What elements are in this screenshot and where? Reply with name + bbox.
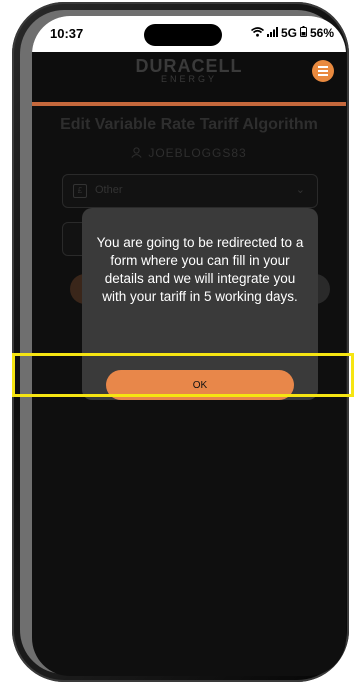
username-text: JOEBLOGGS83: [148, 146, 247, 160]
user-icon: [131, 147, 142, 158]
battery-percentage: 56%: [309, 26, 334, 40]
logo-sub-text: ENERGY: [160, 74, 217, 84]
app-header: DURACELL ENERGY: [32, 52, 346, 102]
highlight-box: [12, 353, 354, 397]
network-type: 5G: [280, 26, 297, 40]
menu-button[interactable]: [312, 60, 334, 82]
username-label: JOEBLOGGS83: [32, 146, 346, 160]
phone-screen: 10:37 5G 56% DURACELL ENERGY Edit Variab…: [32, 16, 346, 676]
status-indicators: 5G 56%: [250, 26, 334, 40]
tariff-icon: £: [73, 184, 87, 198]
dynamic-island: [144, 24, 222, 46]
page-title: Edit Variable Rate Tariff Algorithm: [60, 116, 318, 133]
chevron-down-icon: ⌄: [295, 184, 305, 196]
battery-icon: [299, 26, 307, 40]
status-time: 10:37: [50, 26, 84, 41]
status-bar: 10:37 5G 56%: [32, 16, 346, 52]
duracell-logo: DURACELL ENERGY: [32, 56, 346, 84]
tariff-select[interactable]: £ Other ⌄: [62, 174, 318, 208]
hamburger-icon: [318, 66, 328, 68]
wifi-icon: [250, 26, 264, 40]
dialog-message: You are going to be redirected to a form…: [96, 235, 304, 304]
tariff-select-value: Other: [95, 184, 123, 196]
header-accent-line: [32, 102, 346, 106]
signal-icon: [266, 26, 278, 40]
phone-frame: 10:37 5G 56% DURACELL ENERGY Edit Variab…: [12, 2, 349, 682]
